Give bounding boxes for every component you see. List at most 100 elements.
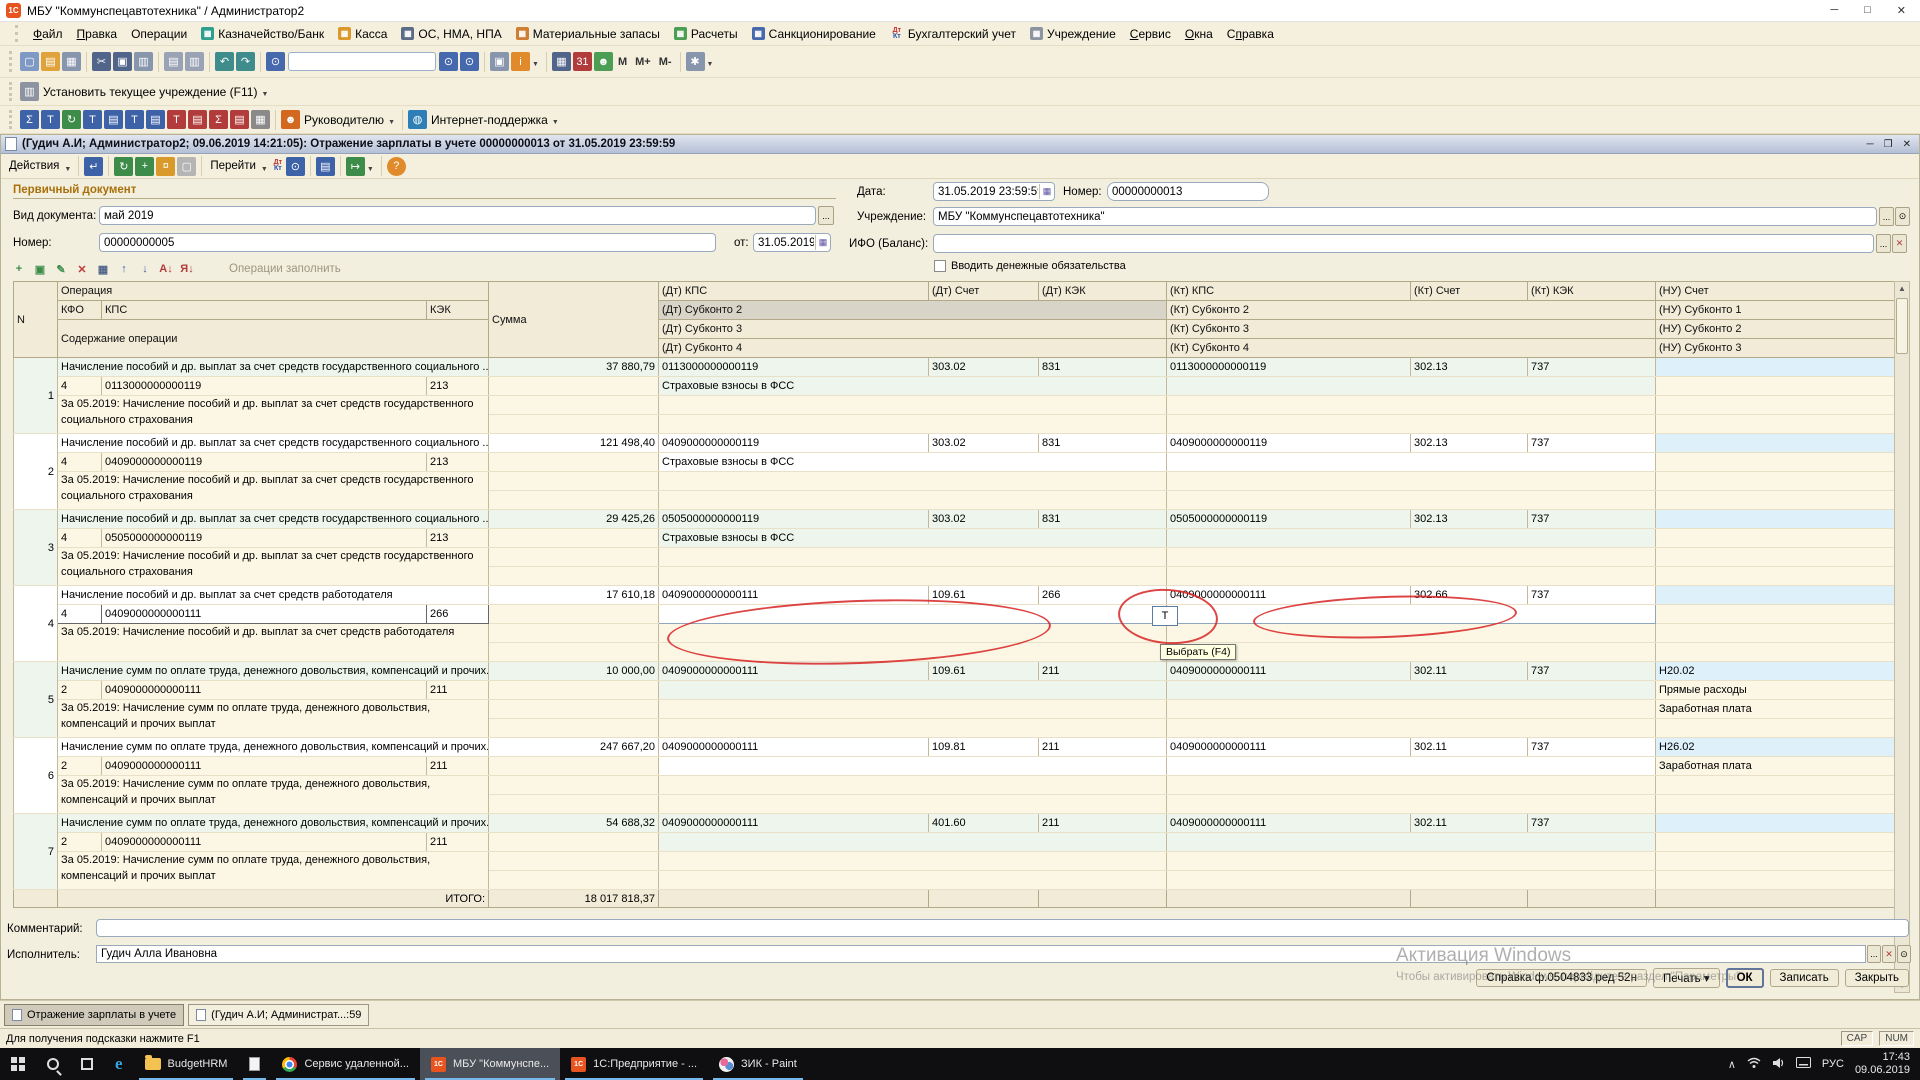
cell-nu-schet[interactable] bbox=[1656, 510, 1895, 529]
cell-nu-subconto2[interactable] bbox=[1656, 624, 1895, 643]
cell-kps[interactable]: 0409000000000111 bbox=[102, 605, 427, 624]
cell-operation-content[interactable]: За 05.2019: Начисление сумм по оплате тр… bbox=[58, 776, 489, 814]
cell-nu-subconto1[interactable] bbox=[1656, 453, 1895, 472]
paint-button[interactable]: ЗИК - Paint bbox=[708, 1048, 808, 1080]
executor-select-button[interactable]: ... bbox=[1867, 945, 1881, 963]
cell-sum-empty[interactable] bbox=[489, 681, 659, 700]
cell-nu-schet[interactable]: Н20.02 bbox=[1656, 662, 1895, 681]
chevron-down-icon[interactable]: ▼ bbox=[532, 61, 539, 68]
cell-nu-subconto3[interactable] bbox=[1656, 567, 1895, 586]
cell-operation-name[interactable]: Начисление пособий и др. выплат за счет … bbox=[58, 358, 489, 377]
cell-kps[interactable]: 0409000000000119 bbox=[102, 453, 427, 472]
copies-icon[interactable]: ▣ bbox=[490, 52, 509, 71]
print-icon[interactable]: ▤ bbox=[164, 52, 183, 71]
cell-amount[interactable]: 29 425,26 bbox=[489, 510, 659, 529]
cell-row-number[interactable]: 7 bbox=[14, 814, 58, 890]
scrollbar-thumb[interactable] bbox=[1896, 298, 1908, 354]
number-field[interactable] bbox=[99, 233, 716, 252]
cell-dt-subconto3[interactable] bbox=[659, 700, 1167, 719]
cell-kt-kps[interactable]: 0409000000000119 bbox=[1167, 434, 1411, 453]
table-row-line2[interactable]: 20409000000000111211Заработная плата bbox=[14, 757, 1895, 776]
monetary-obligations-checkbox[interactable] bbox=[934, 260, 946, 272]
cut-icon[interactable]: ✂ bbox=[92, 52, 111, 71]
cell-nu-subconto1[interactable] bbox=[1656, 529, 1895, 548]
table-row-line3[interactable]: За 05.2019: Начисление сумм по оплате тр… bbox=[14, 700, 1895, 719]
scroll-up-icon[interactable]: ▲ bbox=[1898, 282, 1906, 295]
cell-operation-name[interactable]: Начисление пособий и др. выплат за счет … bbox=[58, 586, 489, 605]
cell-kt-kek[interactable]: 737 bbox=[1528, 358, 1656, 377]
menu-касса[interactable]: ▦Касса bbox=[332, 25, 393, 43]
menu-правка[interactable]: Правка bbox=[71, 25, 124, 43]
cell-kek[interactable]: 213 bbox=[427, 453, 489, 472]
cell-amount[interactable]: 37 880,79 bbox=[489, 358, 659, 377]
cell-kt-schet[interactable]: 302.11 bbox=[1411, 814, 1528, 833]
edge-button[interactable]: e bbox=[104, 1048, 134, 1080]
cell-nu-subconto1[interactable] bbox=[1656, 605, 1895, 624]
add-row-icon[interactable]: + bbox=[10, 260, 28, 278]
sort-asc-icon[interactable]: А↓ bbox=[157, 260, 175, 278]
report-main-book-icon[interactable]: ▤ bbox=[230, 110, 249, 129]
menu-санкционирование[interactable]: ▦Санкционирование bbox=[746, 25, 882, 43]
cell-sum-empty[interactable] bbox=[489, 491, 659, 510]
cell-kt-subconto2[interactable] bbox=[1167, 681, 1656, 700]
col-header-nu-sub1[interactable]: (НУ) Субконто 1 bbox=[1656, 301, 1895, 320]
cell-dt-schet[interactable]: 303.02 bbox=[929, 358, 1039, 377]
col-header-dt-kek[interactable]: (Дт) КЭК bbox=[1039, 282, 1167, 301]
cell-kt-subconto4[interactable] bbox=[1167, 871, 1656, 890]
end-edit-icon[interactable]: ▦ bbox=[94, 260, 112, 278]
cell-dt-subconto3[interactable] bbox=[659, 852, 1167, 871]
menu-учреждение[interactable]: ▦Учреждение bbox=[1024, 25, 1122, 43]
cell-kfo[interactable]: 2 bbox=[58, 833, 102, 852]
col-header-nu-sub3[interactable]: (НУ) Субконто 3 bbox=[1656, 339, 1895, 358]
cell-dt-subconto4[interactable] bbox=[659, 567, 1167, 586]
cell-sum-empty[interactable] bbox=[489, 453, 659, 472]
col-header-dt-kps[interactable]: (Дт) КПС bbox=[659, 282, 929, 301]
document-list-icon[interactable]: ▤ bbox=[316, 157, 335, 176]
col-header-dt-sub4[interactable]: (Дт) Субконто 4 bbox=[659, 339, 1167, 358]
cell-nu-subconto3[interactable] bbox=[1656, 415, 1895, 434]
cell-kt-schet[interactable]: 302.13 bbox=[1411, 434, 1528, 453]
print-preview-icon[interactable]: ▥ bbox=[185, 52, 204, 71]
cell-operation-content[interactable]: За 05.2019: Начисление сумм по оплате тр… bbox=[58, 852, 489, 890]
manager-reports-button[interactable]: Руководителю bbox=[304, 113, 384, 127]
cell-dt-kek[interactable]: 831 bbox=[1039, 510, 1167, 529]
cell-nu-subconto1[interactable] bbox=[1656, 833, 1895, 852]
cell-dt-schet[interactable]: 401.60 bbox=[929, 814, 1039, 833]
table-row[interactable]: 7Начисление сумм по оплате труда, денежн… bbox=[14, 814, 1895, 833]
menu-файл[interactable]: Файл bbox=[27, 25, 69, 43]
cell-amount[interactable]: 54 688,32 bbox=[489, 814, 659, 833]
menu-расчеты[interactable]: ▦Расчеты bbox=[668, 25, 744, 43]
open-icon[interactable]: ▤ bbox=[41, 52, 60, 71]
col-header-dt-sub3[interactable]: (Дт) Субконто 3 bbox=[659, 320, 1167, 339]
maximize-button[interactable]: □ bbox=[1864, 4, 1871, 17]
cell-operation-content[interactable]: За 05.2019: Начисление пособий и др. вып… bbox=[58, 396, 489, 434]
cell-kt-kek[interactable]: 737 bbox=[1528, 662, 1656, 681]
budgethrm-button[interactable]: BudgetHRM bbox=[134, 1048, 239, 1080]
post-document-icon[interactable]: ↵ bbox=[84, 157, 103, 176]
cell-dt-subconto3[interactable] bbox=[659, 472, 1167, 491]
cell-nu-subconto1[interactable]: Заработная плата bbox=[1656, 757, 1895, 776]
report-subconto-analysis-icon[interactable]: ▤ bbox=[104, 110, 123, 129]
cell-sum-empty[interactable] bbox=[489, 852, 659, 871]
chrome-button[interactable]: Сервис удаленной... bbox=[271, 1048, 420, 1080]
cell-row-number[interactable]: 3 bbox=[14, 510, 58, 586]
table-row[interactable]: 3Начисление пособий и др. выплат за счет… bbox=[14, 510, 1895, 529]
report-summary-icon[interactable]: Σ bbox=[20, 110, 39, 129]
cell-kps[interactable]: 0113000000000119 bbox=[102, 377, 427, 396]
calendar-icon[interactable]: ▦ bbox=[1039, 184, 1054, 199]
language-indicator[interactable]: РУС bbox=[1822, 1058, 1844, 1070]
cell-dt-subconto4[interactable] bbox=[659, 795, 1167, 814]
1c-enterprise-button[interactable]: 1С1С:Предприятие - ... bbox=[560, 1048, 708, 1080]
report-dk-summary-icon[interactable]: Σ bbox=[209, 110, 228, 129]
col-header-kt-sub3[interactable]: (Кт) Субконто 3 bbox=[1167, 320, 1656, 339]
cell-operation-name[interactable]: Начисление сумм по оплате труда, денежно… bbox=[58, 814, 489, 833]
chevron-down-icon[interactable]: ▼ bbox=[707, 61, 714, 68]
cell-kt-subconto3[interactable] bbox=[1167, 776, 1656, 795]
cell-kt-schet[interactable]: 302.13 bbox=[1411, 358, 1528, 377]
export-icon[interactable]: ↦ bbox=[346, 157, 365, 176]
cell-kt-subconto3[interactable] bbox=[1167, 700, 1656, 719]
col-header-content[interactable]: Содержание операции bbox=[58, 320, 489, 358]
cell-sum-empty[interactable] bbox=[489, 605, 659, 624]
cell-nu-subconto2[interactable] bbox=[1656, 852, 1895, 871]
cell-sum-empty[interactable] bbox=[489, 833, 659, 852]
